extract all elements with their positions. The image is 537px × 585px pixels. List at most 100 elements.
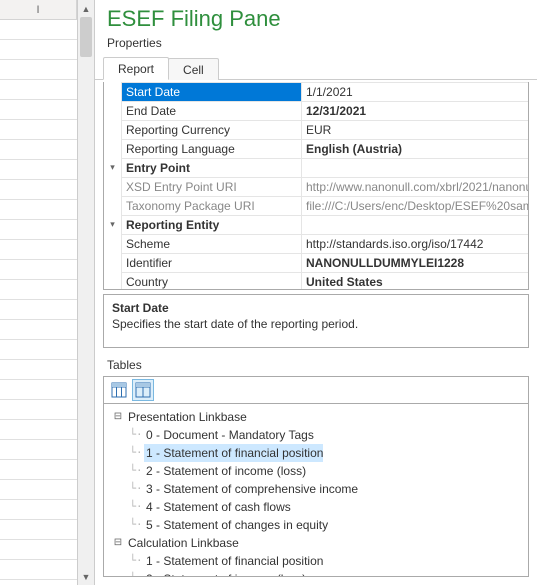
description-title: Start Date: [112, 301, 520, 315]
row-indent: [104, 272, 122, 290]
tree-leaf[interactable]: └·1 - Statement of financial position: [106, 552, 526, 570]
row-indent: [104, 101, 122, 120]
tree-item-label: 5 - Statement of changes in equity: [144, 516, 328, 534]
tree-line-icon: └·: [128, 444, 144, 463]
tree-leaf[interactable]: └·1 - Statement of financial position: [106, 444, 526, 462]
description-text: Specifies the start date of the reportin…: [112, 317, 520, 331]
tree-branch[interactable]: ⊟Presentation Linkbase: [106, 408, 526, 426]
tables-tree[interactable]: ⊟Presentation Linkbase└·0 - Document - M…: [103, 403, 529, 577]
property-name: Country: [122, 272, 302, 290]
property-value[interactable]: United States: [302, 272, 528, 290]
tree-leaf[interactable]: └·3 - Statement of comprehensive income: [106, 480, 526, 498]
property-name: Reporting Entity: [122, 215, 302, 234]
row-indent: [104, 177, 122, 196]
row-indent: [104, 82, 122, 101]
property-name: Reporting Language: [122, 139, 302, 158]
tree-leaf[interactable]: └·2 - Statement of income (loss): [106, 570, 526, 577]
property-name: Scheme: [122, 234, 302, 253]
property-row[interactable]: Reporting CurrencyEUR: [104, 120, 528, 139]
tree-line-icon: └·: [128, 480, 144, 499]
tree-item-label: 1 - Statement of financial position: [144, 444, 323, 462]
tree-item-label: 1 - Statement of financial position: [144, 552, 323, 570]
scroll-down-arrow-icon[interactable]: ▼: [78, 568, 94, 585]
property-row[interactable]: Taxonomy Package URIfile:///C:/Users/enc…: [104, 196, 528, 215]
property-name: Reporting Currency: [122, 120, 302, 139]
row-indent: ▾: [104, 158, 122, 177]
property-name: Identifier: [122, 253, 302, 272]
tree-collapse-icon[interactable]: ⊟: [110, 534, 126, 552]
row-indent: [104, 234, 122, 253]
tree-branch[interactable]: ⊟Calculation Linkbase: [106, 534, 526, 552]
tree-line-icon: └·: [128, 426, 144, 445]
tree-line-icon: └·: [128, 462, 144, 481]
tree-line-icon: └·: [128, 570, 144, 578]
tree-collapse-icon[interactable]: ⊟: [110, 408, 126, 426]
property-value[interactable]: NANONULLDUMMYLEI1228: [302, 253, 528, 272]
tables-label: Tables: [95, 348, 537, 374]
tree-line-icon: └·: [128, 516, 144, 535]
tree-item-label: 0 - Document - Mandatory Tags: [144, 426, 314, 444]
chevron-down-icon[interactable]: ▾: [110, 158, 115, 177]
spreadsheet-area[interactable]: I: [0, 0, 78, 585]
tree-line-icon: └·: [128, 552, 144, 571]
property-name: End Date: [122, 101, 302, 120]
tree-leaf[interactable]: └·0 - Document - Mandatory Tags: [106, 426, 526, 444]
property-description: Start Date Specifies the start date of t…: [103, 294, 529, 348]
tab-cell[interactable]: Cell: [168, 58, 219, 80]
tables-toolbar: [103, 376, 529, 403]
row-indent: [104, 120, 122, 139]
scroll-thumb[interactable]: [80, 17, 92, 57]
property-row[interactable]: End Date12/31/2021: [104, 101, 528, 120]
property-name: Entry Point: [122, 158, 302, 177]
property-name: XSD Entry Point URI: [122, 177, 302, 196]
multi-column-view-icon: [111, 382, 127, 398]
property-value[interactable]: file:///C:/Users/enc/Desktop/ESEF%20samp…: [302, 196, 528, 215]
property-value: [302, 158, 528, 177]
property-grid[interactable]: Start Date1/1/2021End Date12/31/2021Repo…: [103, 82, 529, 290]
property-row[interactable]: Reporting LanguageEnglish (Austria): [104, 139, 528, 158]
tree-leaf[interactable]: └·4 - Statement of cash flows: [106, 498, 526, 516]
tree-leaf[interactable]: └·2 - Statement of income (loss): [106, 462, 526, 480]
property-value[interactable]: EUR: [302, 120, 528, 139]
scroll-track[interactable]: [78, 17, 94, 568]
column-header[interactable]: I: [0, 0, 77, 20]
property-row[interactable]: XSD Entry Point URIhttp://www.nanonull.c…: [104, 177, 528, 196]
chevron-down-icon[interactable]: ▾: [110, 215, 115, 234]
property-value[interactable]: http://standards.iso.org/iso/17442: [302, 234, 528, 253]
pane-title: ESEF Filing Pane: [95, 0, 537, 34]
row-indent: [104, 196, 122, 215]
properties-tabs: Report Cell: [95, 52, 537, 80]
tab-report[interactable]: Report: [103, 57, 169, 80]
spreadsheet-cells[interactable]: [0, 20, 77, 585]
row-indent: ▾: [104, 215, 122, 234]
property-row[interactable]: IdentifierNANONULLDUMMYLEI1228: [104, 253, 528, 272]
property-group-row[interactable]: ▾ Entry Point: [104, 158, 528, 177]
row-indent: [104, 253, 122, 272]
scroll-up-arrow-icon[interactable]: ▲: [78, 0, 94, 17]
tree-item-label: 3 - Statement of comprehensive income: [144, 480, 358, 498]
single-column-view-icon: [135, 382, 151, 398]
property-value[interactable]: 12/31/2021: [302, 101, 528, 120]
property-group-row[interactable]: ▾ Reporting Entity: [104, 215, 528, 234]
esef-filing-pane: ESEF Filing Pane Properties Report Cell …: [95, 0, 537, 585]
table-view-button-1[interactable]: [108, 379, 130, 401]
tree-item-label: 2 - Statement of income (loss): [144, 462, 306, 480]
property-value[interactable]: English (Austria): [302, 139, 528, 158]
property-name: Taxonomy Package URI: [122, 196, 302, 215]
property-value: [302, 215, 528, 234]
property-row[interactable]: Start Date1/1/2021: [104, 82, 528, 101]
row-indent: [104, 139, 122, 158]
tree-leaf[interactable]: └·5 - Statement of changes in equity: [106, 516, 526, 534]
properties-label: Properties: [95, 34, 537, 52]
property-name: Start Date: [122, 82, 302, 101]
tree-item-label: 2 - Statement of income (loss): [144, 570, 306, 577]
property-row[interactable]: CountryUnited States: [104, 272, 528, 290]
vertical-scrollbar[interactable]: ▲ ▼: [78, 0, 95, 585]
tree-item-label: Calculation Linkbase: [126, 534, 239, 552]
table-view-button-2[interactable]: [132, 379, 154, 401]
property-value[interactable]: 1/1/2021: [302, 82, 528, 101]
tree-item-label: 4 - Statement of cash flows: [144, 498, 291, 516]
tree-line-icon: └·: [128, 498, 144, 517]
property-row[interactable]: Schemehttp://standards.iso.org/iso/17442: [104, 234, 528, 253]
property-value[interactable]: http://www.nanonull.com/xbrl/2021/nanonu…: [302, 177, 528, 196]
